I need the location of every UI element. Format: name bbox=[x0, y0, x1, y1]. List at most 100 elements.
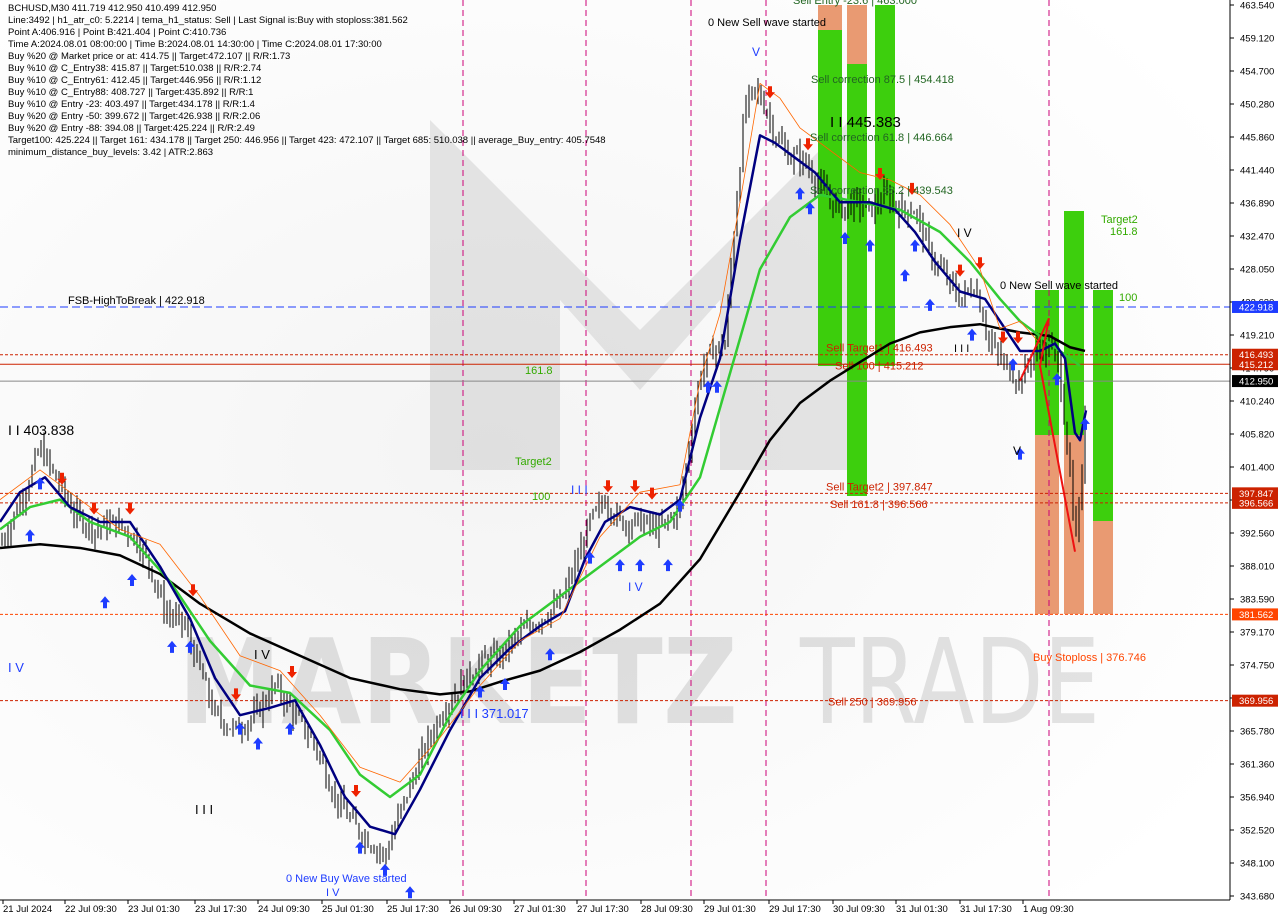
y-tick-label: 379.170 bbox=[1240, 628, 1274, 639]
x-tick-label: 27 Jul 17:30 bbox=[577, 904, 629, 915]
level-label: Sell 161.8 | 396.566 bbox=[830, 499, 928, 511]
info-line: Buy %10 @ C_Entry38: 415.87 || Target:51… bbox=[8, 63, 262, 74]
chart-annotation: 0 New Sell wave started bbox=[708, 17, 826, 29]
y-tick-label: 374.750 bbox=[1240, 661, 1274, 672]
chart-annotation: 0 New Sell wave started bbox=[1000, 280, 1118, 292]
info-line: Buy %20 @ Entry -50: 399.672 || Target:4… bbox=[8, 111, 261, 122]
chart-annotation: 161.8 bbox=[1110, 226, 1138, 238]
price-tag-label: 412.950 bbox=[1239, 377, 1273, 388]
target-zone bbox=[1035, 290, 1059, 435]
y-tick-label: 454.700 bbox=[1240, 67, 1274, 78]
chart-annotation: I V bbox=[326, 887, 340, 899]
x-tick-label: 30 Jul 09:30 bbox=[833, 904, 885, 915]
x-tick-label: 24 Jul 09:30 bbox=[258, 904, 310, 915]
x-tick-label: 31 Jul 17:30 bbox=[960, 904, 1012, 915]
info-line: Time A:2024.08.01 08:00:00 | Time B:2024… bbox=[8, 39, 382, 50]
level-label: FSB-HighToBreak | 422.918 bbox=[68, 295, 205, 307]
x-tick-label: 31 Jul 01:30 bbox=[896, 904, 948, 915]
chart-annotation: I I I 371.017 bbox=[460, 706, 529, 721]
chart-annotation: I V bbox=[628, 580, 643, 594]
chart-annotation: Sell correction 61.8 | 446.664 bbox=[810, 132, 953, 144]
level-label: Sell Target2 | 397.847 bbox=[826, 481, 933, 493]
y-tick-label: 436.890 bbox=[1240, 199, 1274, 210]
chart-annotation: 100 bbox=[532, 491, 550, 503]
chart-annotation: I V bbox=[254, 647, 270, 662]
x-tick-label: 29 Jul 01:30 bbox=[704, 904, 756, 915]
chart-annotation: I V bbox=[957, 226, 972, 240]
chart-annotation: Sell Entry -23.6 | 463.000 bbox=[793, 0, 917, 7]
price-tag-label: 415.212 bbox=[1239, 360, 1273, 371]
chart-annotation: Sell correction 38.2 | 439.543 bbox=[810, 185, 953, 197]
info-line: Point A:406.916 | Point B:421.404 | Poin… bbox=[8, 27, 227, 38]
target-zone bbox=[1035, 435, 1059, 614]
info-line: Buy %10 @ Entry -23: 403.497 || Target:4… bbox=[8, 99, 255, 110]
price-tag-label: 369.956 bbox=[1239, 696, 1273, 707]
y-tick-label: 432.470 bbox=[1240, 232, 1274, 243]
chart-annotation: I V bbox=[8, 660, 24, 675]
chart-annotation: V bbox=[1013, 444, 1021, 458]
target-zone bbox=[1093, 290, 1113, 521]
target-zone bbox=[847, 5, 867, 64]
info-line: Buy %20 @ Entry -88: 394.08 || Target:42… bbox=[8, 123, 255, 134]
y-tick-label: 463.540 bbox=[1240, 1, 1274, 12]
y-tick-label: 445.860 bbox=[1240, 133, 1274, 144]
indicator-info-panel: BCHUSD,M30 411.719 412.950 410.499 412.9… bbox=[8, 3, 606, 159]
y-tick-label: 352.520 bbox=[1240, 826, 1274, 837]
info-line: Buy %10 @ C_Entry88: 408.727 || Target:4… bbox=[8, 87, 254, 98]
chart-annotation: 100 bbox=[1119, 292, 1137, 304]
x-tick-label: 27 Jul 01:30 bbox=[514, 904, 566, 915]
x-tick-label: 25 Jul 01:30 bbox=[322, 904, 374, 915]
chart-annotation: I I 403.838 bbox=[8, 422, 74, 438]
info-line: Buy %10 @ C_Entry61: 412.45 || Target:44… bbox=[8, 75, 262, 86]
level-label: Sell 250 | 369.956 bbox=[828, 697, 916, 709]
price-tag-label: 422.918 bbox=[1239, 302, 1273, 313]
y-tick-label: 383.590 bbox=[1240, 595, 1274, 606]
y-tick-label: 410.240 bbox=[1240, 397, 1274, 408]
watermark-text: MARKETZ bbox=[178, 613, 738, 751]
chart-annotation: I I I bbox=[954, 343, 969, 355]
x-tick-label: 21 Jul 2024 bbox=[3, 904, 52, 915]
chart-annotation: I I I bbox=[571, 483, 588, 497]
y-tick-label: 343.680 bbox=[1240, 892, 1274, 903]
info-line: Buy %20 @ Market price or at: 414.75 || … bbox=[8, 51, 291, 62]
y-tick-label: 401.400 bbox=[1240, 463, 1274, 474]
symbol-header: BCHUSD,M30 411.719 412.950 410.499 412.9… bbox=[8, 3, 217, 14]
chart-annotation: I I I bbox=[195, 802, 213, 817]
info-line: Line:3492 | h1_atr_c0: 5.2214 | tema_h1_… bbox=[8, 15, 408, 26]
chart-annotation: 161.8 bbox=[525, 365, 553, 377]
y-tick-label: 405.820 bbox=[1240, 430, 1274, 441]
price-tag-label: 381.562 bbox=[1239, 610, 1273, 621]
x-tick-label: 26 Jul 09:30 bbox=[450, 904, 502, 915]
chart-annotation: 0 New Buy Wave started bbox=[286, 873, 407, 885]
info-line: Target100: 425.224 || Target 161: 434.17… bbox=[8, 135, 606, 146]
y-tick-label: 392.560 bbox=[1240, 529, 1274, 540]
target-zone bbox=[1064, 211, 1084, 435]
x-tick-label: 29 Jul 17:30 bbox=[769, 904, 821, 915]
chart-annotation: V bbox=[752, 45, 760, 59]
y-tick-label: 441.440 bbox=[1240, 166, 1274, 177]
x-tick-label: 25 Jul 17:30 bbox=[387, 904, 439, 915]
price-tag-label: 396.566 bbox=[1239, 498, 1273, 509]
y-tick-label: 419.210 bbox=[1240, 331, 1274, 342]
chart-annotation: Target2 bbox=[515, 456, 552, 468]
info-line: minimum_distance_buy_levels: 3.42 | ATR:… bbox=[8, 147, 214, 158]
y-tick-label: 356.940 bbox=[1240, 793, 1274, 804]
y-tick-label: 361.360 bbox=[1240, 760, 1274, 771]
y-tick-label: 428.050 bbox=[1240, 265, 1274, 276]
x-tick-label: 22 Jul 09:30 bbox=[65, 904, 117, 915]
x-tick-label: 1 Aug 09:30 bbox=[1023, 904, 1074, 915]
y-tick-label: 450.280 bbox=[1240, 100, 1274, 111]
chart-annotation: Buy Stoploss | 376.746 bbox=[1033, 652, 1146, 664]
y-tick-label: 365.780 bbox=[1240, 727, 1274, 738]
chart-annotation: Sell correction 87.5 | 454.418 bbox=[811, 74, 954, 86]
x-tick-label: 23 Jul 17:30 bbox=[195, 904, 247, 915]
y-tick-label: 459.120 bbox=[1240, 34, 1274, 45]
chart-annotation: Target2 bbox=[1101, 214, 1138, 226]
target-zone bbox=[1064, 435, 1084, 614]
watermark-text: TRADE bbox=[799, 613, 1100, 751]
x-tick-label: 23 Jul 01:30 bbox=[128, 904, 180, 915]
y-tick-label: 388.010 bbox=[1240, 562, 1274, 573]
y-tick-label: 348.100 bbox=[1240, 859, 1274, 870]
target-zone bbox=[1093, 521, 1113, 614]
chart-annotation: I I 445.383 bbox=[830, 114, 901, 131]
